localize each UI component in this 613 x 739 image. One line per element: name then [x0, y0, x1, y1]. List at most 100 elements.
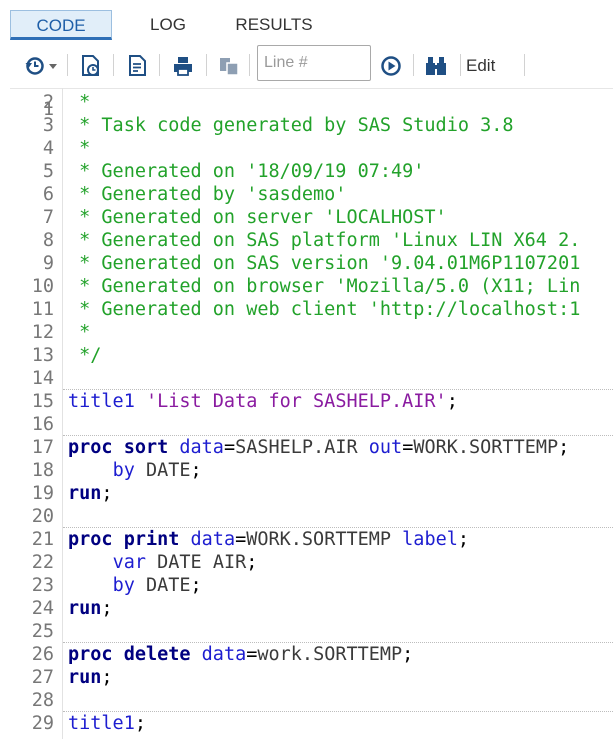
line-code: * Generated on SAS version '9.04.01M6P11… [68, 252, 580, 275]
history-button[interactable] [22, 53, 62, 79]
line-code: var DATE AIR; [68, 551, 258, 574]
code-token: */ [68, 345, 102, 366]
code-token: * Generated by 'sasdemo' [68, 184, 347, 205]
code-token: WORK.SORTTEMP [413, 437, 559, 458]
format-code-button[interactable] [125, 53, 151, 79]
code-token: ; [101, 483, 113, 504]
format-code-icon [129, 55, 146, 76]
code-token: DATE [145, 575, 191, 596]
tab-log[interactable]: LOG [130, 10, 206, 40]
code-line: 25 [0, 620, 613, 643]
run-file-icon [82, 55, 99, 76]
line-number: 23 [31, 575, 54, 596]
copy-button[interactable] [216, 53, 242, 79]
line-number: 17 [31, 437, 54, 458]
line-code: * Generated on SAS platform 'Linux LIN X… [68, 229, 580, 252]
history-icon [25, 57, 57, 75]
line-number: 21 [31, 529, 54, 550]
line-number: 25 [31, 621, 54, 642]
code-line: 20 [0, 505, 613, 528]
code-line: 6 * Generated by 'sasdemo' [0, 183, 613, 206]
code-line: 27 run; [0, 666, 613, 689]
code-line: 13 */ [0, 344, 613, 367]
code-line: 5 * Generated on '18/09/19 07:49' [0, 160, 613, 183]
code-token: ; [446, 391, 458, 412]
copy-icon [220, 58, 239, 76]
code-line: 9 * Generated on SAS version '9.04.01M6P… [0, 252, 613, 275]
code-line: 24 run; [0, 597, 613, 620]
line-code: run; [68, 597, 113, 620]
line-number: 24 [31, 598, 54, 619]
code-token: title1 [68, 713, 135, 734]
code-token: ; [190, 575, 202, 596]
code-line: 19 run; [0, 482, 613, 505]
snippets-button[interactable] [423, 53, 449, 79]
go-to-line-button[interactable] [378, 53, 404, 79]
code-token: ; [558, 437, 570, 458]
code-token: proc sort [68, 437, 169, 458]
code-line: 17 proc sort data=SASHELP.AIR out=WORK.SO… [0, 436, 613, 459]
code-token: DATE [145, 460, 191, 481]
tab-code[interactable]: CODE [10, 10, 112, 40]
line-code: run; [68, 482, 113, 505]
code-token: ; [101, 667, 113, 688]
code-token: work.SORTTEMP [257, 644, 403, 665]
code-token: * Generated on browser 'Mozilla/5.0 (X11… [68, 276, 581, 297]
code-line: 28 [0, 689, 613, 712]
code-line: 10 * Generated on browser 'Mozilla/5.0 (… [0, 275, 613, 298]
code-token: ; [101, 598, 113, 619]
line-number: 5 [42, 161, 54, 182]
code-line: 11 * Generated on web client 'http://loc… [0, 298, 613, 321]
line-number: 28 [31, 690, 54, 711]
code-token: * Generated on SAS platform 'Linux LIN X… [68, 230, 581, 251]
line-number: 26 [31, 644, 54, 665]
print-button[interactable] [170, 53, 196, 79]
line-number: 8 [42, 230, 54, 251]
line-number: 3 [42, 115, 54, 136]
line-code: * Generated on browser 'Mozilla/5.0 (X11… [68, 275, 580, 298]
line-code: */ [68, 344, 101, 367]
line-code: * Generated on web client 'http://localh… [68, 298, 580, 321]
code-line: 4 * [0, 137, 613, 160]
code-line: 8 * Generated on SAS platform 'Linux LIN… [0, 229, 613, 252]
code-token: out [368, 437, 403, 458]
line-code: * Task code generated by SAS Studio 3.8 [68, 114, 514, 137]
code-token: * [68, 322, 91, 343]
tab-results[interactable]: RESULTS [222, 10, 326, 40]
line-code: proc sort data=SASHELP.AIR out=WORK.SORT… [68, 436, 569, 459]
code-token: proc print [68, 529, 180, 550]
code-token: data [179, 437, 224, 458]
code-line: 3 * Task code generated by SAS Studio 3.… [0, 114, 613, 137]
code-editor[interactable]: 1 2 * 3 * Task code generated by SAS Stud… [0, 88, 613, 739]
code-line: 22 var DATE AIR; [0, 551, 613, 574]
code-token: label [402, 529, 458, 550]
code-token: * [68, 138, 91, 159]
code-token: * [68, 92, 91, 113]
line-number: 9 [42, 253, 54, 274]
toolbar-separator [159, 54, 160, 76]
line-code: run; [68, 666, 113, 689]
code-token: = [223, 437, 236, 458]
line-code: proc delete data=work.SORTTEMP; [68, 643, 413, 666]
line-number: 15 [31, 391, 54, 412]
edit-menu-button[interactable]: Edit [466, 53, 495, 79]
line-number-input[interactable] [257, 45, 371, 81]
code-token: * Task code generated by SAS Studio 3.8 [68, 115, 514, 136]
code-token: * Generated on SAS version '9.04.01M6P11… [68, 253, 581, 274]
run-file-button[interactable] [78, 53, 104, 79]
code-line: 7 * Generated on server 'LOCALHOST' [0, 206, 613, 229]
line-number: 29 [31, 713, 54, 734]
go-to-line-icon [381, 56, 401, 76]
code-token: WORK.SORTTEMP [246, 529, 392, 550]
code-token: DATE AIR [157, 552, 247, 573]
code-token: * Generated on server 'LOCALHOST' [68, 207, 447, 228]
toolbar-separator [67, 54, 68, 76]
code-token: run [68, 483, 102, 504]
snippets-icon [426, 57, 446, 75]
